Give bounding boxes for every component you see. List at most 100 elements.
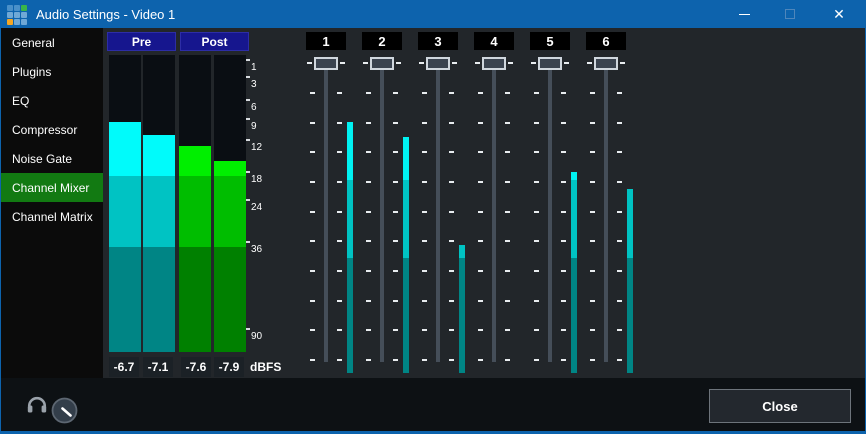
slider-tick [337, 329, 342, 331]
slider-tick [393, 300, 398, 302]
slider-tick [617, 329, 622, 331]
slider-tick [534, 181, 539, 183]
slider-tick [590, 181, 595, 183]
sidebar-item-channel-matrix[interactable]: Channel Matrix [0, 202, 103, 231]
scale-label: 9 [251, 121, 257, 133]
channel-header-5: 5 [530, 32, 570, 50]
channel-header-3: 3 [418, 32, 458, 50]
slider-tick [366, 92, 371, 94]
scale-tick [246, 118, 250, 120]
channel-slider-track-3[interactable] [436, 57, 440, 362]
headphone-volume-knob[interactable] [51, 397, 78, 429]
slider-tick [363, 62, 368, 64]
sidebar-item-eq[interactable]: EQ [0, 86, 103, 115]
close-window-button[interactable]: ✕ [812, 0, 866, 28]
slider-tick [617, 270, 622, 272]
slider-tick [366, 329, 371, 331]
slider-tick [449, 122, 454, 124]
slider-tick [396, 62, 401, 64]
slider-tick [561, 270, 566, 272]
channel-slider-track-1[interactable] [324, 57, 328, 362]
slider-tick [337, 181, 342, 183]
slider-tick [478, 300, 483, 302]
channel-level-meter-6 [627, 62, 633, 373]
app-icon-square [14, 12, 20, 18]
slider-tick [590, 359, 595, 361]
meter-value-pre-1: -6.7 [109, 357, 139, 377]
sidebar-item-noise-gate[interactable]: Noise Gate [0, 144, 103, 173]
scale-label: 18 [251, 174, 262, 186]
scale-label: 1 [251, 62, 257, 74]
slider-tick [534, 122, 539, 124]
minimize-button[interactable] [722, 0, 767, 28]
sidebar-item-channel-mixer[interactable]: Channel Mixer [0, 173, 103, 202]
app-icon-square [14, 5, 20, 11]
channel-slider-track-6[interactable] [604, 57, 608, 362]
sidebar-item-plugins[interactable]: Plugins [0, 57, 103, 86]
scale-tick [246, 99, 250, 101]
meter-group-header-post: Post [180, 32, 249, 51]
channel-slider-handle-2[interactable] [370, 57, 394, 70]
level-meter-post-2 [214, 55, 246, 352]
slider-tick [310, 359, 315, 361]
scale-tick [246, 328, 250, 330]
app-icon-square [21, 5, 27, 11]
slider-tick [590, 92, 595, 94]
slider-tick [531, 62, 536, 64]
channel-slider-handle-1[interactable] [314, 57, 338, 70]
channel-header-2: 2 [362, 32, 402, 50]
slider-tick [617, 151, 622, 153]
slider-tick [393, 270, 398, 272]
slider-tick [366, 270, 371, 272]
channel-header-6: 6 [586, 32, 626, 50]
slider-tick [561, 92, 566, 94]
channel-header-4: 4 [474, 32, 514, 50]
slider-tick [617, 240, 622, 242]
sidebar-item-general[interactable]: General [0, 28, 103, 57]
channel-slider-handle-5[interactable] [538, 57, 562, 70]
slider-tick [422, 329, 427, 331]
channel-slider-track-2[interactable] [380, 57, 384, 362]
maximize-button[interactable] [767, 0, 812, 28]
slider-tick [478, 211, 483, 213]
slider-tick [310, 122, 315, 124]
meter-empty [109, 55, 141, 122]
slider-tick [452, 62, 457, 64]
slider-tick [505, 359, 510, 361]
sidebar-item-compressor[interactable]: Compressor [0, 115, 103, 144]
app-icon-square [7, 19, 13, 25]
app-icon-square [21, 12, 27, 18]
slider-tick [310, 211, 315, 213]
audio-settings-window: Audio Settings - Video 1 ✕ GeneralPlugin… [0, 0, 866, 434]
slider-tick [393, 122, 398, 124]
slider-tick [505, 122, 510, 124]
slider-tick [337, 359, 342, 361]
channel-slider-handle-6[interactable] [594, 57, 618, 70]
channel-level-meter-3 [459, 62, 465, 373]
channel-slider-track-5[interactable] [548, 57, 552, 362]
window-title: Audio Settings - Video 1 [36, 0, 175, 28]
slider-tick [337, 240, 342, 242]
slider-tick [561, 211, 566, 213]
slider-tick [337, 122, 342, 124]
slider-tick [478, 181, 483, 183]
close-button[interactable]: Close [709, 389, 851, 423]
channel-slider-track-4[interactable] [492, 57, 496, 362]
channel-slider-handle-4[interactable] [482, 57, 506, 70]
meter-value-pre-2: -7.1 [143, 357, 173, 377]
slider-tick [561, 300, 566, 302]
slider-tick [534, 270, 539, 272]
slider-tick [449, 270, 454, 272]
slider-tick [505, 240, 510, 242]
slider-tick [505, 151, 510, 153]
slider-tick [505, 270, 510, 272]
slider-tick [590, 122, 595, 124]
app-icon-square [14, 19, 20, 25]
slider-tick [310, 240, 315, 242]
channel-slider-handle-3[interactable] [426, 57, 450, 70]
headphones-icon [27, 396, 47, 419]
slider-tick [478, 240, 483, 242]
channel-level-meter-5 [571, 62, 577, 373]
slider-tick [561, 329, 566, 331]
slider-tick [505, 181, 510, 183]
